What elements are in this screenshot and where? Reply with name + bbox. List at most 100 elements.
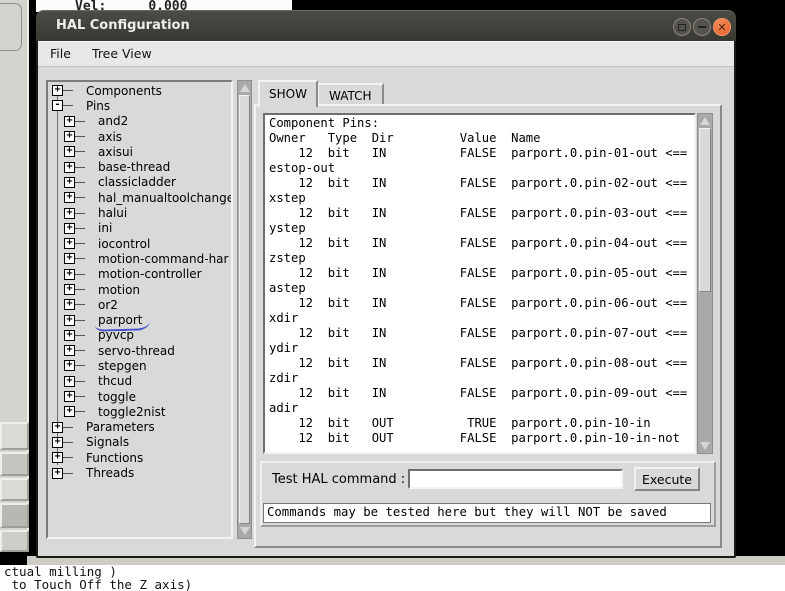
minimize-button[interactable] (693, 18, 711, 36)
tree-item-Components[interactable]: + Components (48, 83, 231, 98)
expand-icon[interactable]: + (64, 391, 85, 403)
expand-icon[interactable]: + (52, 85, 73, 97)
tree-item-classicladder[interactable]: + classicladder (48, 175, 231, 190)
execute-button[interactable]: Execute (634, 467, 700, 491)
menu-file[interactable]: File (42, 42, 79, 61)
tree-item-halui[interactable]: + halui (48, 205, 231, 220)
expand-icon[interactable]: + (64, 329, 85, 341)
expand-icon[interactable]: + (64, 131, 85, 143)
tree-item-label: stepgen (98, 358, 147, 373)
expand-icon[interactable]: + (64, 268, 85, 280)
tree-item-label: toggle (98, 389, 136, 404)
tree-item-label: servo-thread (98, 343, 175, 358)
tree-item-Threads[interactable]: + Threads (48, 465, 231, 480)
minimize-icon (698, 26, 706, 28)
menu-tree-view[interactable]: Tree View (84, 42, 160, 61)
tree-scrollbar[interactable] (237, 80, 252, 539)
tree-item-label: base-thread (98, 160, 171, 175)
expand-icon[interactable]: + (64, 345, 85, 357)
expand-icon[interactable]: + (64, 115, 85, 127)
tree-item-axis[interactable]: + axis (48, 129, 231, 144)
maximize-button[interactable] (673, 18, 691, 36)
tree-item-pyvcp[interactable]: + pyvcp (48, 328, 231, 343)
expand-icon[interactable]: + (64, 253, 85, 265)
tree-item-label: motion-controller (98, 267, 202, 282)
tree-item-servo-thread[interactable]: + servo-thread (48, 343, 231, 358)
expand-icon[interactable]: + (64, 222, 85, 234)
tree-item-label: pyvcp (98, 328, 135, 343)
tree-scrollbar-thumb[interactable] (239, 95, 250, 524)
tree-item-label: iocontrol (98, 236, 151, 251)
command-note: Commands may be tested here but they wil… (263, 503, 711, 523)
tree-item-Signals[interactable]: + Signals (48, 435, 231, 450)
tree-item-and2[interactable]: + and2 (48, 114, 231, 129)
scroll-up-arrow-icon[interactable] (238, 81, 251, 95)
scroll-down-arrow-icon[interactable] (698, 439, 712, 453)
output-scrollbar[interactable] (697, 113, 713, 454)
tree-item-or2[interactable]: + or2 (48, 297, 231, 312)
window-titlebar[interactable]: HAL Configuration ✕ (36, 10, 736, 41)
tree-item-Pins[interactable]: - Pins (48, 98, 231, 113)
output-scrollbar-thumb[interactable] (699, 128, 711, 292)
background-console: ctual milling ) to Touch Off the Z axis) (0, 565, 785, 591)
background-button-fragment (0, 422, 29, 450)
tree-item-label: Parameters (86, 420, 155, 435)
tree-item-parport[interactable]: + parport (48, 312, 231, 327)
tree-item-iocontrol[interactable]: + iocontrol (48, 236, 231, 251)
tree-item-stepgen[interactable]: + stepgen (48, 358, 231, 373)
expand-icon[interactable]: + (64, 375, 85, 387)
tab-show[interactable]: SHOW (258, 80, 318, 107)
close-button[interactable]: ✕ (713, 18, 731, 36)
tree-item-label: Threads (86, 466, 135, 481)
tree-item-label: Pins (86, 98, 111, 113)
background-button-fragment (0, 3, 22, 51)
background-left-panel (0, 0, 29, 552)
tree-item-Parameters[interactable]: + Parameters (48, 420, 231, 435)
tree-item-label: halui (98, 206, 128, 221)
tree-item-label: toggle2nist (98, 404, 166, 419)
tree-item-toggle[interactable]: + toggle (48, 389, 231, 404)
collapse-icon[interactable]: - (52, 100, 73, 112)
expand-icon[interactable]: + (64, 314, 85, 326)
tree-item-toggle2nist[interactable]: + toggle2nist (48, 404, 231, 419)
background-button-fragment (0, 530, 29, 552)
tree-item-axisui[interactable]: + axisui (48, 144, 231, 159)
tree-item-hal_manualtoolchange[interactable]: + hal_manualtoolchange (48, 190, 231, 205)
close-icon: ✕ (717, 20, 727, 34)
tree-item-label: classicladder (98, 175, 176, 190)
tree-item-motion[interactable]: + motion (48, 282, 231, 297)
tree-item-motion-controller[interactable]: + motion-controller (48, 267, 231, 282)
expand-icon[interactable]: + (64, 238, 85, 250)
expand-icon[interactable]: + (52, 467, 73, 479)
expand-icon[interactable]: + (52, 452, 73, 464)
tree-item-label: ini (98, 221, 113, 236)
pin-output-text: Component Pins: Owner Type Dir Value Nam… (269, 116, 688, 445)
expand-icon[interactable]: + (64, 192, 85, 204)
expand-icon[interactable]: + (52, 421, 73, 433)
scroll-up-arrow-icon[interactable] (698, 114, 712, 128)
tree-item-base-thread[interactable]: + base-thread (48, 159, 231, 174)
tree-item-label: motion (98, 282, 141, 297)
tree-item-ini[interactable]: + ini (48, 221, 231, 236)
tree-item-Functions[interactable]: + Functions (48, 450, 231, 465)
expand-icon[interactable]: + (64, 360, 85, 372)
hal-command-input[interactable] (408, 469, 623, 489)
expand-icon[interactable]: + (64, 284, 85, 295)
tree-item-motion-command-har[interactable]: + motion-command-har (48, 251, 231, 266)
expand-icon[interactable]: + (64, 146, 85, 158)
tree-item-label: parport (98, 313, 143, 328)
expand-icon[interactable]: + (64, 161, 85, 173)
expand-icon[interactable]: + (64, 176, 85, 188)
test-command-section: Test HAL command : Execute Commands may … (260, 461, 716, 527)
expand-icon[interactable]: + (52, 436, 73, 448)
pin-output-widget[interactable]: Component Pins: Owner Type Dir Value Nam… (263, 113, 696, 454)
tree-item-label: Signals (86, 435, 130, 450)
window-title: HAL Configuration (56, 18, 190, 33)
component-tree[interactable]: + Components - Pins + and2 + axis + axisui + base-t… (46, 80, 233, 539)
background-button-fragment (0, 478, 29, 501)
expand-icon[interactable]: + (64, 406, 85, 418)
expand-icon[interactable]: + (64, 299, 85, 311)
tree-item-thcud[interactable]: + thcud (48, 374, 231, 389)
expand-icon[interactable]: + (64, 207, 85, 219)
scroll-down-arrow-icon[interactable] (238, 524, 251, 538)
